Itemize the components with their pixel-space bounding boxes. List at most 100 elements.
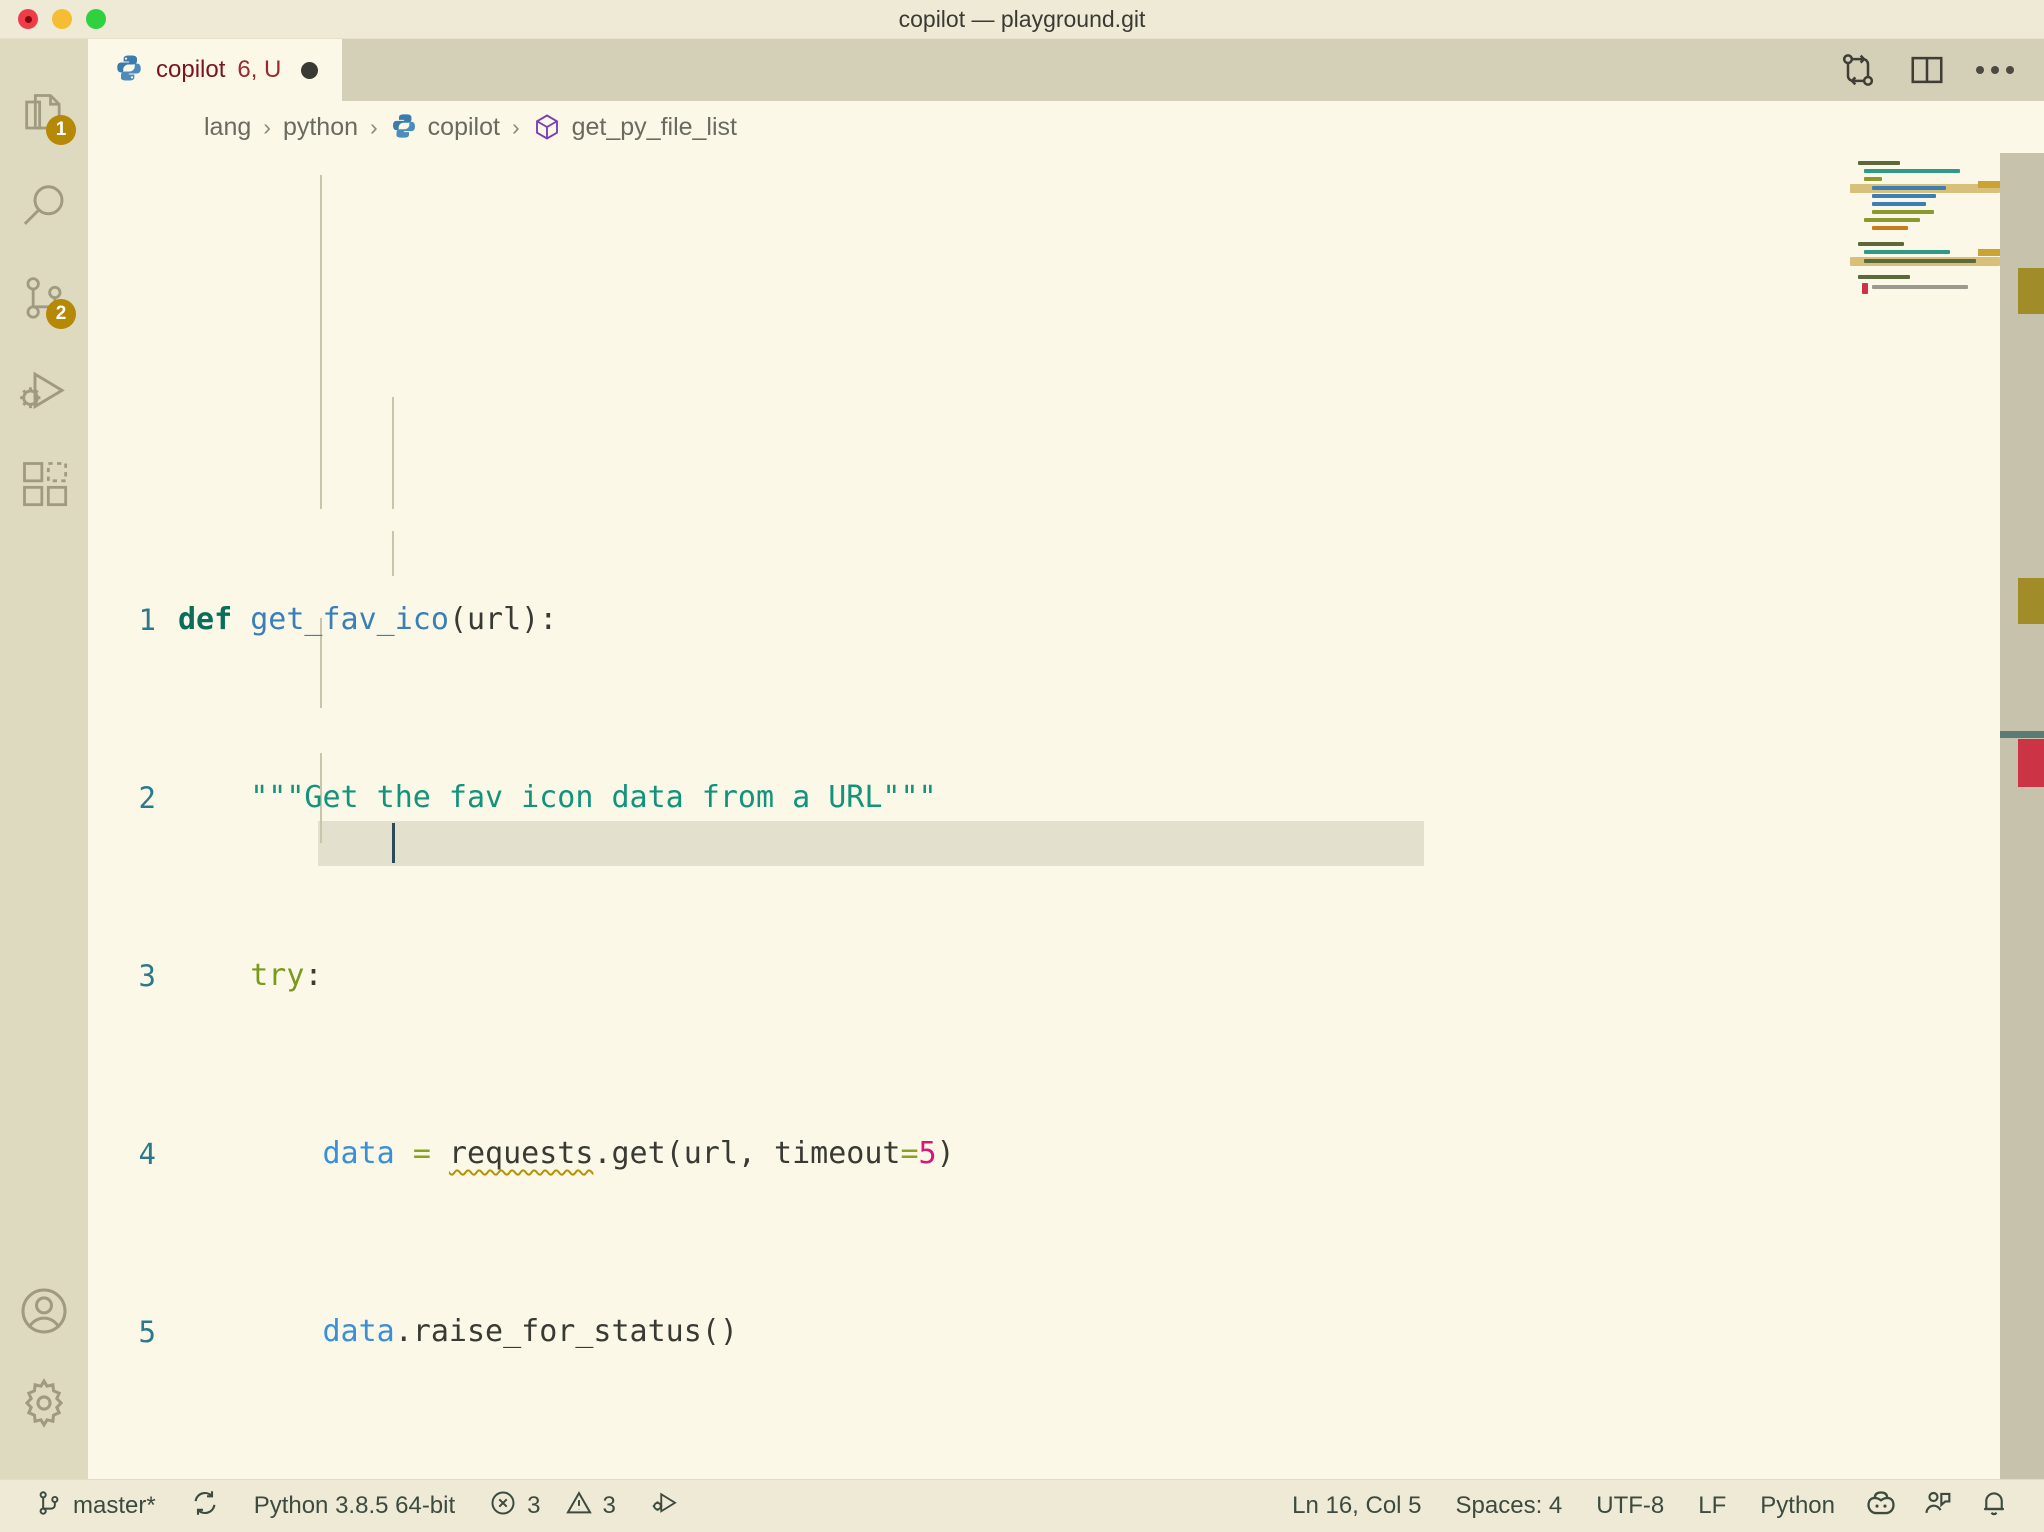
status-sync[interactable]: [173, 1480, 237, 1532]
line-number: 5: [138, 1315, 156, 1349]
indent-guide: [320, 175, 322, 509]
bell-icon: [1978, 1487, 2010, 1526]
line-content: """Get the fav icon data from a URL""": [250, 780, 937, 815]
scrollbar-warning-mark: [2018, 578, 2044, 624]
status-python-interpreter[interactable]: Python 3.8.5 64-bit: [237, 1480, 472, 1532]
status-encoding[interactable]: UTF-8: [1579, 1480, 1681, 1532]
line-number: 4: [138, 1137, 156, 1171]
status-bar-right: Ln 16, Col 5 Spaces: 4 UTF-8 LF Python: [1275, 1480, 2044, 1532]
code-line: 3 try:: [88, 954, 2044, 999]
line-content: data = requests.get(url, timeout=5): [322, 1136, 955, 1171]
breadcrumb-label: lang: [204, 112, 252, 141]
breadcrumb: lang › python › copilot › get_py_file_li…: [88, 101, 2044, 153]
account-icon: [16, 1283, 72, 1339]
python-interpreter-label: Python 3.8.5 64-bit: [253, 1492, 456, 1519]
editor-actions: [1838, 39, 2044, 101]
editor-scrollbar[interactable]: [2000, 153, 2044, 1479]
gear-icon: [16, 1375, 72, 1431]
warning-icon: [565, 1489, 593, 1524]
line-content: data.raise_for_status(): [322, 1314, 738, 1349]
status-cursor-position[interactable]: Ln 16, Col 5: [1275, 1480, 1438, 1532]
sidebar-item-manage[interactable]: [0, 1357, 88, 1449]
status-bar-left: master* Python 3.8.5 64-bit 3 3: [0, 1480, 697, 1532]
breadcrumb-item-lang[interactable]: lang: [204, 113, 251, 142]
indent-guide: [392, 397, 394, 509]
breadcrumb-item-get-py-file-list[interactable]: get_py_file_list: [532, 112, 737, 143]
line-content: def get_fav_ico(url):: [178, 602, 558, 637]
debug-icon: [17, 364, 71, 418]
search-icon: [17, 180, 71, 234]
debug-icon: [650, 1488, 680, 1525]
status-indentation[interactable]: Spaces: 4: [1439, 1480, 1580, 1532]
window-title: copilot — playground.git: [898, 5, 1146, 32]
explorer-badge: 1: [46, 115, 76, 145]
encoding-label: UTF-8: [1596, 1492, 1665, 1519]
python-icon: [114, 53, 144, 88]
status-eol[interactable]: LF: [1681, 1480, 1743, 1532]
sync-icon: [190, 1488, 220, 1525]
code-line: 1 def get_fav_ico(url):: [88, 598, 2044, 643]
breadcrumb-label: python: [282, 112, 358, 141]
warnings-count: 3: [602, 1492, 616, 1519]
title-bar: copilot — playground.git: [0, 0, 2044, 39]
scrollbar-warning-mark: [2018, 268, 2044, 314]
split-editor-icon[interactable]: [1908, 51, 1946, 89]
sidebar-item-source-control[interactable]: 2: [0, 253, 88, 345]
sidebar-item-extensions[interactable]: [0, 437, 88, 529]
status-notifications[interactable]: [1966, 1480, 2022, 1532]
language-mode-label: Python: [1760, 1492, 1835, 1519]
breadcrumb-separator: ›: [370, 113, 378, 140]
more-actions-icon[interactable]: [1976, 66, 2014, 74]
text-cursor: [392, 823, 395, 863]
close-window-button[interactable]: [18, 9, 38, 29]
status-live-share[interactable]: [1910, 1480, 1966, 1532]
breadcrumb-separator: ›: [511, 113, 520, 140]
python-icon: [390, 112, 418, 142]
sidebar-item-run-and-debug[interactable]: [0, 345, 88, 437]
code-line: 2 """Get the fav icon data from a URL""": [88, 776, 2044, 821]
tab-label: copilot: [156, 56, 226, 83]
tab-copilot[interactable]: copilot 6, U: [88, 39, 344, 101]
line-number: 1: [138, 603, 156, 637]
breadcrumb-item-copilot[interactable]: copilot: [390, 112, 500, 142]
editor-area: copilot 6, U lang › python › copilot › g…: [88, 39, 2044, 1479]
minimize-window-button[interactable]: [52, 9, 72, 29]
cursor-position-label: Ln 16, Col 5: [1292, 1492, 1422, 1519]
overview-ruler-mark: [1978, 249, 2000, 256]
indentation-label: Spaces: 4: [1455, 1492, 1563, 1519]
activity-bar: 1 2: [0, 39, 88, 1479]
status-branch[interactable]: master*: [18, 1480, 173, 1532]
code-line: 5 data.raise_for_status(): [88, 1310, 2044, 1355]
breadcrumb-label: copilot: [427, 112, 500, 141]
branch-label: master*: [73, 1492, 156, 1519]
line-number: 3: [138, 959, 156, 993]
symbol-method-icon: [532, 112, 562, 143]
sidebar-item-accounts[interactable]: [0, 1265, 88, 1357]
eol-label: LF: [1698, 1492, 1727, 1519]
breadcrumb-label: get_py_file_list: [571, 112, 737, 141]
overview-ruler-mark: [1978, 181, 2000, 188]
source-control-icon: [35, 1489, 63, 1524]
error-icon: [489, 1489, 517, 1524]
editor-tabs-bar: copilot 6, U: [88, 39, 2044, 101]
code-editor[interactable]: 1 def get_fav_ico(url): 2 """Get the fav…: [88, 153, 2044, 1479]
code-lines: 1 def get_fav_ico(url): 2 """Get the fav…: [88, 153, 2044, 1479]
breadcrumb-item-python[interactable]: python: [283, 113, 358, 142]
line-content: try:: [250, 958, 323, 993]
window-controls: [0, 9, 106, 29]
indent-guide: [392, 531, 394, 576]
errors-count: 3: [527, 1492, 541, 1519]
workbench-body: 1 2 copilot 6, U lang › python › copilot…: [0, 39, 2044, 1479]
sidebar-item-explorer[interactable]: 1: [0, 69, 88, 161]
extensions-icon: [18, 457, 70, 509]
activity-bar-bottom: [0, 1265, 88, 1479]
sidebar-item-search[interactable]: [0, 161, 88, 253]
status-run-python-file[interactable]: [633, 1480, 697, 1532]
status-language-mode[interactable]: Python: [1743, 1480, 1852, 1532]
tab-dirty-indicator[interactable]: [301, 61, 319, 79]
status-problems[interactable]: 3 3: [472, 1480, 633, 1532]
vscode-window: copilot — playground.git 1 2 copilot 6, …: [0, 0, 2044, 1532]
zoom-window-button[interactable]: [86, 9, 106, 29]
status-copilot[interactable]: [1852, 1480, 1910, 1532]
source-control-compare-icon[interactable]: [1838, 50, 1878, 90]
